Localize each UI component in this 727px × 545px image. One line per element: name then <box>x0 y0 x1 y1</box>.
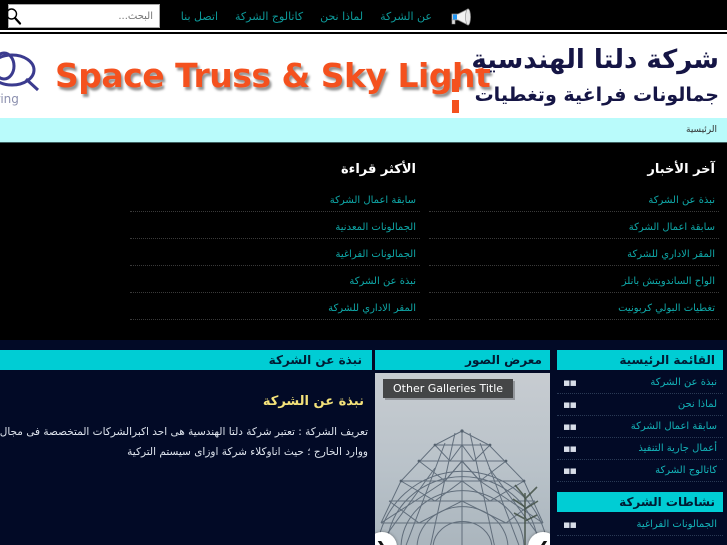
breadcrumb-home[interactable]: الرئيسية <box>686 125 727 135</box>
list-item[interactable]: المقر الاداري للشركة <box>130 293 420 320</box>
most-read-link[interactable]: سابقة اعمال الشركة <box>330 195 416 206</box>
nav-item-about[interactable]: عن الشركة <box>380 10 432 23</box>
search-box[interactable] <box>5 4 160 28</box>
sidebar-item-label[interactable]: كاتالوج الشركة <box>655 465 717 476</box>
latest-news-link[interactable]: تغطيات البولي كربونيت <box>618 303 715 314</box>
most-read-link[interactable]: الجمالونات الفراغية <box>335 249 416 260</box>
article-body-line: ووارد الخارج ؛ حيث اناوكلاء شركة اوزاى س… <box>127 445 368 458</box>
bullet-icon: ▪▪ <box>563 518 577 531</box>
latest-news-link[interactable]: المقر الاداري للشركة <box>627 249 715 260</box>
bullet-icon: ▪▪ <box>563 376 577 389</box>
sidebar-activities-title: نشاطات الشركة <box>557 492 723 512</box>
bullet-icon: ▪▪ <box>563 420 577 433</box>
banner-english-title: Space Truss & Sky Light <box>55 56 491 95</box>
gallery-frame[interactable]: Other Galleries Title ❮ ❯ <box>375 373 550 545</box>
sidebar-item-label[interactable]: سابقة اعمال الشركة <box>631 421 717 432</box>
gallery-title: معرض الصور <box>375 350 550 370</box>
most-read-list: سابقة اعمال الشركة الجمالونات المعدنية ا… <box>130 185 420 320</box>
banner-arabic-title: شركة دلتا الهندسية <box>471 45 719 75</box>
nav-item-contact[interactable]: اتصل بنا <box>181 10 218 23</box>
most-read-link[interactable]: الجمالونات المعدنية <box>335 222 416 233</box>
sidebar-item-portfolio[interactable]: سابقة اعمال الشركة ▪▪ <box>557 416 723 438</box>
list-item[interactable]: نبذة عن الشركة <box>130 266 420 293</box>
main-content-area: القائمة الرئيسية نبذة عن الشركة ▪▪ لماذا… <box>0 340 727 545</box>
list-item[interactable]: سابقة اعمال الشركة <box>429 212 719 239</box>
most-read-panel: الأكثر قراءة سابقة اعمال الشركة الجمالون… <box>130 162 420 320</box>
sidebar-item-why-us[interactable]: لماذا نحن ▪▪ <box>557 394 723 416</box>
search-input[interactable] <box>26 5 159 27</box>
main-nav-links: عن الشركة لماذا نحن كاتالوج الشركة اتصل … <box>181 0 432 32</box>
article-panel: نبذة عن الشركة نبذة عن الشركة تعريف الشر… <box>0 350 372 463</box>
photo-gallery-panel: معرض الصور Other Galleries Title <box>375 350 550 545</box>
search-icon[interactable] <box>0 5 26 27</box>
list-item[interactable]: سابقة اعمال الشركة <box>130 185 420 212</box>
latest-news-link[interactable]: نبذة عن الشركة <box>648 195 715 206</box>
megaphone-icon[interactable] <box>447 6 475 28</box>
nav-item-catalog[interactable]: كاتالوج الشركة <box>235 10 303 23</box>
latest-news-list: نبذة عن الشركة سابقة اعمال الشركة المقر … <box>429 185 719 320</box>
latest-news-title: آخر الأخبار <box>647 162 715 177</box>
most-read-title: الأكثر قراءة <box>341 162 416 177</box>
article-panel-title: نبذة عن الشركة <box>0 350 372 370</box>
bullet-icon: ▪▪ <box>563 464 577 477</box>
latest-news-link[interactable]: الواح الساندويتش بانلز <box>622 276 715 287</box>
most-read-link[interactable]: نبذة عن الشركة <box>349 276 416 287</box>
banner-divider <box>452 79 459 113</box>
sidebar-main-menu-list: نبذة عن الشركة ▪▪ لماذا نحن ▪▪ سابقة اعم… <box>557 372 723 482</box>
sidebar-item-space-trusses[interactable]: الجمالونات الفراغية ▪▪ <box>557 514 723 536</box>
latest-news-panel: آخر الأخبار نبذة عن الشركة سابقة اعمال ا… <box>429 162 719 320</box>
list-item[interactable]: الجمالونات المعدنية <box>130 212 420 239</box>
right-sidebar: القائمة الرئيسية نبذة عن الشركة ▪▪ لماذا… <box>557 350 723 536</box>
gallery-caption: Other Galleries Title <box>383 379 514 398</box>
sidebar-item-label[interactable]: الجمالونات الفراغية <box>636 519 717 530</box>
sidebar-activities-list: الجمالونات الفراغية ▪▪ <box>557 514 723 536</box>
list-item[interactable]: تغطيات البولي كربونيت <box>429 293 719 320</box>
sidebar-item-about[interactable]: نبذة عن الشركة ▪▪ <box>557 372 723 394</box>
list-item[interactable]: نبذة عن الشركة <box>429 185 719 212</box>
sidebar-item-label[interactable]: أعمال جارية التنفيذ <box>638 443 717 454</box>
news-band: آخر الأخبار نبذة عن الشركة سابقة اعمال ا… <box>0 144 727 340</box>
breadcrumb-bar: الرئيسية <box>0 118 727 143</box>
article-heading: نبذة عن الشركة <box>262 394 364 409</box>
sidebar-item-label[interactable]: نبذة عن الشركة <box>650 377 717 388</box>
bullet-icon: ▪▪ <box>563 442 577 455</box>
latest-news-link[interactable]: سابقة اعمال الشركة <box>629 222 715 233</box>
company-logo-icon[interactable]: ering <box>0 48 44 106</box>
sidebar-item-catalog[interactable]: كاتالوج الشركة ▪▪ <box>557 460 723 482</box>
list-item[interactable]: الواح الساندويتش بانلز <box>429 266 719 293</box>
sidebar-item-label[interactable]: لماذا نحن <box>678 399 717 410</box>
logo-caption: ering <box>0 92 19 106</box>
gallery-dome-truss-image <box>375 373 550 545</box>
site-banner: ering Space Truss & Sky Light شركة دلتا … <box>0 34 727 118</box>
article-body-line: تعريف الشركة : تعتبر شركة دلتا الهندسية … <box>0 426 368 438</box>
most-read-link[interactable]: المقر الاداري للشركة <box>328 303 416 314</box>
article-body: تعريف الشركة : تعتبر شركة دلتا الهندسية … <box>0 423 368 463</box>
top-navigation-bar: عن الشركة لماذا نحن كاتالوج الشركة اتصل … <box>0 0 727 32</box>
list-item[interactable]: الجمالونات الفراغية <box>130 239 420 266</box>
list-item[interactable]: المقر الاداري للشركة <box>429 239 719 266</box>
banner-arabic-subtitle: جمالونات فراغية وتغطيات <box>474 84 719 106</box>
nav-item-why-us[interactable]: لماذا نحن <box>320 10 363 23</box>
bullet-icon: ▪▪ <box>563 398 577 411</box>
sidebar-item-ongoing-works[interactable]: أعمال جارية التنفيذ ▪▪ <box>557 438 723 460</box>
sidebar-main-menu-title: القائمة الرئيسية <box>557 350 723 370</box>
